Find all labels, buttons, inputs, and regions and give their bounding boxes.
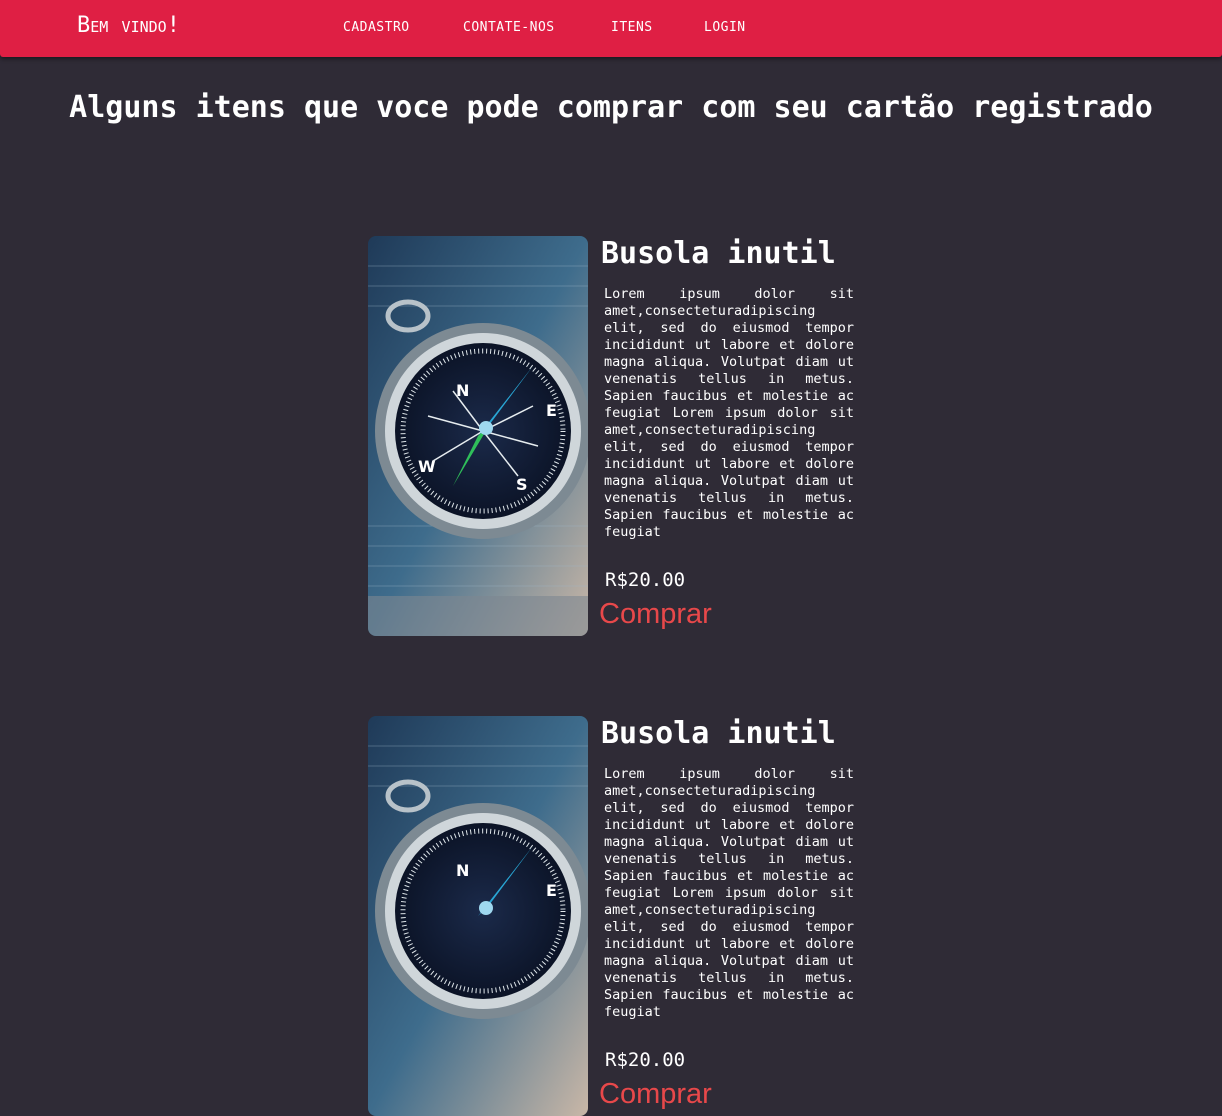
item-title: Busola inutil bbox=[601, 236, 836, 271]
nav-link-contate-nos[interactable]: CONTATE-NOS bbox=[463, 20, 555, 35]
item-price: R$20.00 bbox=[605, 1049, 686, 1071]
item-card: N E S W Busola inutil Lorem ipsum dolor … bbox=[368, 236, 868, 636]
navbar: Bem vindo! CADASTRO CONTATE-NOS ITENS LO… bbox=[0, 0, 1222, 57]
item-card: N E Busola inutil Lorem ipsum dolor sit … bbox=[368, 716, 868, 1116]
svg-text:W: W bbox=[418, 457, 436, 476]
item-title: Busola inutil bbox=[601, 716, 836, 751]
buy-button[interactable]: Comprar bbox=[599, 1078, 712, 1111]
nav-link-cadastro[interactable]: CADASTRO bbox=[343, 20, 410, 35]
nav-link-login[interactable]: LOGIN bbox=[704, 20, 746, 35]
brand-title[interactable]: Bem vindo! bbox=[77, 13, 180, 38]
svg-text:N: N bbox=[456, 861, 469, 880]
buy-button[interactable]: Comprar bbox=[599, 598, 712, 631]
svg-text:E: E bbox=[546, 401, 557, 420]
compass-image: N E S W bbox=[368, 236, 588, 636]
item-description: Lorem ipsum dolor sit amet,consecteturad… bbox=[604, 286, 854, 540]
nav-link-itens[interactable]: ITENS bbox=[611, 20, 653, 35]
svg-text:S: S bbox=[516, 475, 528, 494]
compass-image: N E bbox=[368, 716, 588, 1116]
item-description: Lorem ipsum dolor sit amet,consecteturad… bbox=[604, 766, 854, 1020]
page-title: Alguns itens que voce pode comprar com s… bbox=[69, 90, 1153, 125]
item-price: R$20.00 bbox=[605, 569, 686, 591]
